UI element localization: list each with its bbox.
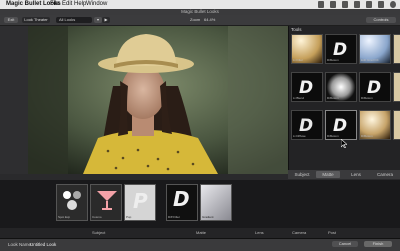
chain-slot[interactable]: Cosmo bbox=[90, 184, 122, 221]
tab-camera[interactable]: Camera bbox=[372, 171, 398, 178]
toolbar: Exit Look Theater All Looks ▾ ▶ Zoom 64.… bbox=[0, 15, 400, 26]
diffusion-icon: D bbox=[333, 116, 348, 136]
tools-panel-title: Tools bbox=[291, 27, 302, 32]
chain-sections: Subject Matte Lens Camera Post bbox=[0, 228, 400, 238]
spotlight-icon[interactable] bbox=[390, 1, 396, 8]
menu-status-icon[interactable] bbox=[318, 1, 324, 8]
tool-tile[interactable]: D Lt Blend bbox=[291, 72, 323, 102]
status-bar: Look Name: Untitled Look Cancel Finish bbox=[0, 238, 400, 251]
diffusion-icon: D bbox=[299, 78, 314, 98]
chain-slot[interactable]: Gradient bbox=[200, 184, 232, 221]
left-tool-strip bbox=[0, 26, 28, 174]
preview-image bbox=[28, 26, 288, 174]
tool-tile[interactable]: Diffusion bbox=[325, 72, 357, 102]
look-name-field[interactable]: Untitled Look bbox=[30, 242, 56, 247]
menu-help[interactable]: Help bbox=[74, 0, 86, 9]
window-title: Magic Bullet Looks bbox=[181, 9, 219, 14]
look-theater-button[interactable]: Look Theater bbox=[22, 17, 50, 23]
chain-slot[interactable]: P Pop bbox=[124, 184, 156, 221]
exit-button[interactable]: Exit bbox=[4, 17, 18, 23]
diffusion-icon: D bbox=[173, 187, 190, 211]
chain-slot[interactable]: Spot Exp bbox=[56, 184, 88, 221]
menu-bar: Magic Bullet Looks File Edit Help Window bbox=[0, 0, 400, 9]
look-name-label: Look Name: bbox=[8, 242, 33, 247]
tab-matte[interactable]: Matte bbox=[316, 171, 340, 178]
tab-lens[interactable]: Lens bbox=[344, 171, 368, 178]
wifi-icon[interactable] bbox=[330, 1, 336, 8]
cancel-button[interactable]: Cancel bbox=[332, 241, 358, 247]
chain-slot[interactable]: D Diff Filter bbox=[166, 184, 198, 221]
volume-icon[interactable] bbox=[342, 1, 348, 8]
section-camera[interactable]: Camera bbox=[292, 230, 306, 235]
finish-button[interactable]: Finish bbox=[364, 241, 392, 247]
diffusion-icon: D bbox=[367, 78, 382, 98]
section-matte[interactable]: Matte bbox=[196, 230, 206, 235]
mouse-cursor-icon bbox=[341, 139, 347, 148]
controls-button[interactable]: Controls bbox=[366, 17, 396, 23]
cocktail-glass-icon bbox=[97, 191, 117, 210]
section-subject[interactable]: Subject bbox=[92, 230, 105, 235]
tool-tile[interactable]: D Diffusion bbox=[325, 34, 357, 64]
tool-tile-partial[interactable] bbox=[393, 34, 400, 64]
tool-tile[interactable]: Lt Filter bbox=[291, 34, 323, 64]
tool-tile[interactable]: Diffusion bbox=[359, 110, 391, 140]
section-post[interactable]: Post bbox=[328, 230, 336, 235]
menu-edit[interactable]: Edit bbox=[62, 0, 72, 9]
image-viewer[interactable] bbox=[28, 26, 288, 174]
looks-dropdown[interactable]: All Looks bbox=[56, 17, 92, 23]
looks-dropdown-value: All Looks bbox=[59, 17, 76, 22]
zoom-label: Zoom bbox=[190, 17, 201, 22]
menu-file[interactable]: File bbox=[50, 0, 60, 9]
tool-tile[interactable]: D Diffusion bbox=[359, 72, 391, 102]
dropdown-arrow-icon[interactable]: ▾ bbox=[94, 17, 102, 23]
tool-tile-partial[interactable] bbox=[393, 110, 400, 140]
user-icon[interactable] bbox=[378, 1, 384, 8]
tool-tile-selected[interactable]: D Diffusion bbox=[325, 110, 357, 140]
tab-subject[interactable]: Subject bbox=[290, 171, 314, 178]
tools-tabs: Subject Matte Lens Camera bbox=[288, 170, 400, 179]
tool-tile-partial[interactable] bbox=[393, 72, 400, 102]
clock-icon[interactable] bbox=[366, 1, 372, 8]
section-lens[interactable]: Lens bbox=[255, 230, 264, 235]
menu-window[interactable]: Window bbox=[86, 0, 107, 9]
tool-tile[interactable]: Edit Grad Filt bbox=[359, 34, 391, 64]
diffusion-icon: D bbox=[333, 40, 348, 60]
play-icon[interactable]: ▶ bbox=[102, 17, 110, 23]
pop-icon: P bbox=[133, 189, 148, 213]
tool-tile[interactable]: D Lt Diffuse bbox=[291, 110, 323, 140]
tools-panel: Tools Lt Filter D Diffusion Edit Grad Fi… bbox=[288, 26, 400, 174]
battery-icon[interactable] bbox=[354, 1, 360, 8]
zoom-value: 64.4% bbox=[204, 17, 216, 22]
diffusion-icon: D bbox=[299, 116, 314, 136]
